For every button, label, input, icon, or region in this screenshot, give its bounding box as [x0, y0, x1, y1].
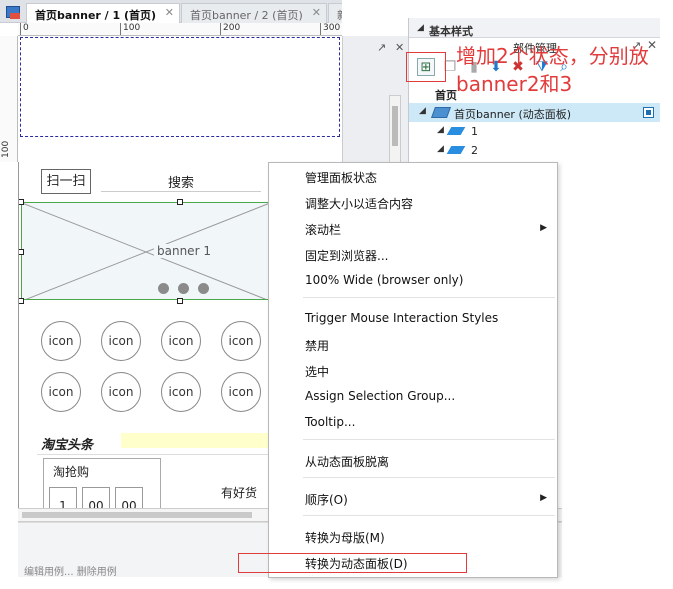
state-label: 2 — [471, 144, 478, 157]
page-label: 首页 — [435, 89, 457, 102]
category-icon[interactable]: icon — [41, 372, 81, 412]
menu-item-manage-states[interactable]: 管理面板状态 — [305, 169, 377, 186]
news-ticker[interactable] — [121, 433, 268, 448]
vertical-ruler: 100 — [0, 36, 18, 162]
app-logo-icon — [6, 6, 20, 19]
expand-arrow-icon[interactable]: ◢ — [437, 125, 444, 135]
carousel-dot[interactable] — [178, 283, 189, 294]
add-state-highlight-box — [406, 52, 446, 82]
tree-item-state[interactable]: ◢ 2 — [409, 141, 660, 160]
banner-label: banner 1 — [154, 244, 214, 258]
context-menu: 管理面板状态 调整大小以适合内容 滚动栏 ▶ 固定到浏览器... 100% Wi… — [268, 162, 558, 578]
category-icon[interactable]: icon — [101, 321, 141, 361]
flash-sale-label: 淘抢购 — [53, 465, 90, 479]
menu-separator — [303, 477, 555, 478]
ruler-tick: 300 — [320, 23, 340, 35]
menu-item-100-wide[interactable]: 100% Wide (browser only) — [305, 273, 463, 287]
resize-handle[interactable] — [19, 298, 24, 304]
pin-icon[interactable]: ↗ — [377, 41, 386, 54]
panel-label: 首页banner (动态面板) — [454, 108, 572, 121]
category-icon[interactable]: icon — [101, 372, 141, 412]
ruler-tick: 100 — [120, 23, 140, 35]
section-title: 基本样式 — [429, 25, 473, 38]
menu-item-assign-selection-group[interactable]: Assign Selection Group... — [305, 389, 455, 403]
banner-dynamic-panel[interactable]: banner 1 — [21, 202, 268, 300]
category-icon[interactable]: icon — [221, 372, 261, 412]
menu-item-order[interactable]: 顺序(O) — [305, 491, 348, 508]
image-placeholder-icon — [22, 203, 268, 299]
resize-handle[interactable] — [19, 249, 24, 255]
carousel-dot[interactable] — [158, 283, 169, 294]
category-icon[interactable]: icon — [161, 372, 201, 412]
expand-arrow-icon[interactable]: ◢ — [419, 106, 426, 116]
menu-item-fit-content[interactable]: 调整大小以适合内容 — [305, 195, 413, 212]
countdown-seconds: 00 — [115, 487, 143, 508]
menu-separator — [303, 439, 555, 440]
resize-handle[interactable] — [177, 199, 183, 205]
countdown-hours: 1 — [49, 487, 77, 508]
menu-item-trigger-mouse-styles[interactable]: Trigger Mouse Interaction Styles — [305, 311, 498, 325]
news-label: 淘宝头条 — [41, 438, 94, 453]
annotation-line: 增加2个状态，分别放 — [456, 44, 649, 68]
prototype-canvas[interactable]: 扫一扫 搜索 banner 1 icon icon icon icon icon… — [18, 162, 268, 508]
basic-style-header[interactable]: ◢ 基本样式 — [409, 18, 660, 38]
tree-item-state[interactable]: ◢ 1 — [409, 122, 660, 141]
ruler-tick: 100 — [1, 140, 11, 158]
expand-arrow-icon[interactable]: ◢ — [437, 144, 444, 154]
state-icon — [446, 127, 466, 135]
menu-item-break-away[interactable]: 从动态面板脱离 — [305, 453, 389, 470]
menu-item-tooltip[interactable]: Tooltip... — [305, 415, 355, 429]
divider — [37, 454, 268, 455]
close-icon[interactable]: ✕ — [395, 41, 404, 54]
resize-handle[interactable] — [177, 298, 183, 304]
annotation-line: banner2和3 — [456, 72, 573, 96]
menu-item-disable[interactable]: 禁用 — [305, 337, 329, 354]
collapse-arrow-icon[interactable]: ◢ — [417, 23, 424, 33]
annotation-text: 增加2个状态，分别放 banner2和3 — [456, 42, 666, 98]
flash-sale-box[interactable]: 淘抢购 1 00 00 — [43, 458, 161, 508]
close-icon[interactable]: ✕ — [312, 6, 321, 19]
category-icon[interactable]: icon — [221, 321, 261, 361]
tab-banner-state-1[interactable]: 首页banner / 1 (首页) ✕ — [26, 3, 180, 23]
menu-item-selected[interactable]: 选中 — [305, 363, 329, 380]
state-icon — [446, 146, 466, 154]
category-icon[interactable]: icon — [41, 321, 81, 361]
state-label: 1 — [471, 125, 478, 138]
carousel-dot[interactable] — [198, 283, 209, 294]
horizontal-ruler: 0 100 200 300 — [18, 23, 342, 36]
menu-highlight-box — [238, 553, 467, 573]
right-blank-area — [342, 0, 410, 36]
countdown-minutes: 00 — [82, 487, 110, 508]
menu-separator — [303, 515, 555, 516]
visibility-icon[interactable] — [643, 107, 654, 118]
menu-item-convert-to-master[interactable]: 转换为母版(M) — [305, 529, 385, 546]
search-box[interactable]: 搜索 — [101, 172, 261, 192]
menu-item-pin-to-browser[interactable]: 固定到浏览器... — [305, 247, 388, 264]
resize-handle[interactable] — [19, 199, 24, 205]
scan-button[interactable]: 扫一扫 — [41, 169, 91, 194]
close-icon[interactable]: ✕ — [165, 6, 174, 19]
category-icon[interactable]: icon — [161, 321, 201, 361]
tab-label: 首页banner / 2 (首页) — [190, 9, 303, 22]
menu-item-scrollbar[interactable]: 滚动栏 — [305, 221, 341, 238]
ruler-tick: 0 — [20, 23, 29, 35]
dynamic-panel-icon — [430, 107, 452, 118]
dynamic-panel-edit-area[interactable] — [20, 37, 340, 137]
tab-banner-state-2[interactable]: 首页banner / 2 (首页) ✕ — [181, 3, 327, 23]
ruler-tick: 200 — [220, 23, 240, 35]
submenu-arrow-icon: ▶ — [540, 223, 547, 233]
submenu-arrow-icon: ▶ — [540, 493, 547, 503]
tree-item-dynamic-panel[interactable]: ◢ 首页banner (动态面板) — [409, 103, 660, 122]
tab-label: 首页banner / 1 (首页) — [35, 9, 157, 22]
good-goods-label: 有好货 — [221, 486, 258, 500]
editor-tab-bar: 首页banner / 1 (首页) ✕ 首页banner / 2 (首页) ✕ … — [0, 0, 368, 23]
menu-separator — [303, 297, 555, 298]
edit-case-links[interactable]: 编辑用例... 删除用例 — [24, 563, 117, 578]
